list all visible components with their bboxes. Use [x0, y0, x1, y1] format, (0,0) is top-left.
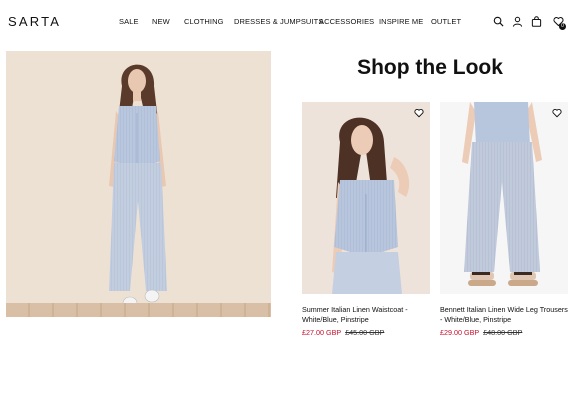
wishlist-count-badge: 0 — [559, 23, 566, 30]
nav-item-new[interactable]: NEW — [152, 17, 170, 26]
product-prices: £27.00 GBP £45.00 GBP — [302, 328, 430, 337]
account-icon[interactable] — [512, 16, 523, 27]
brand-logo[interactable]: SARTA — [8, 14, 61, 29]
product-name[interactable]: Bennett Italian Linen Wide Leg Trousers … — [440, 305, 568, 325]
sale-price: £27.00 GBP — [302, 328, 342, 337]
wood-floor — [6, 303, 271, 317]
add-to-wishlist-heart-icon[interactable] — [414, 108, 424, 118]
model-full-outfit-photo — [109, 64, 167, 310]
section-title: Shop the Look — [357, 56, 503, 79]
product-name[interactable]: Summer Italian Linen Waistcoat - White/B… — [302, 305, 430, 325]
site-header: SARTA SALE NEW CLOTHING DRESSES & JUMPSU… — [0, 0, 571, 44]
waistcoat-photo — [332, 117, 410, 294]
nav-item-inspire-me[interactable]: INSPIRE ME — [379, 17, 423, 26]
product-card[interactable]: Summer Italian Linen Waistcoat - White/B… — [302, 102, 430, 337]
product-card[interactable]: Bennett Italian Linen Wide Leg Trousers … — [440, 102, 568, 337]
bag-icon[interactable] — [531, 16, 542, 27]
product-image[interactable] — [302, 102, 430, 294]
product-prices: £29.00 GBP £48.00 GBP — [440, 328, 568, 337]
original-price: £45.00 GBP — [345, 328, 385, 337]
nav-item-accessories[interactable]: ACCESSORIES — [319, 17, 374, 26]
hero-look-image — [6, 51, 271, 317]
original-price: £48.00 GBP — [483, 328, 523, 337]
nav-item-sale[interactable]: SALE — [119, 17, 139, 26]
nav-item-outlet[interactable]: OUTLET — [431, 17, 461, 26]
nav-item-dresses-jumpsuits[interactable]: DRESSES & JUMPSUITS — [234, 17, 323, 26]
trousers-photo — [462, 102, 542, 286]
add-to-wishlist-heart-icon[interactable] — [552, 108, 562, 118]
product-image[interactable] — [440, 102, 568, 294]
nav-item-clothing[interactable]: CLOTHING — [184, 17, 224, 26]
sale-price: £29.00 GBP — [440, 328, 480, 337]
search-icon[interactable] — [493, 16, 504, 27]
